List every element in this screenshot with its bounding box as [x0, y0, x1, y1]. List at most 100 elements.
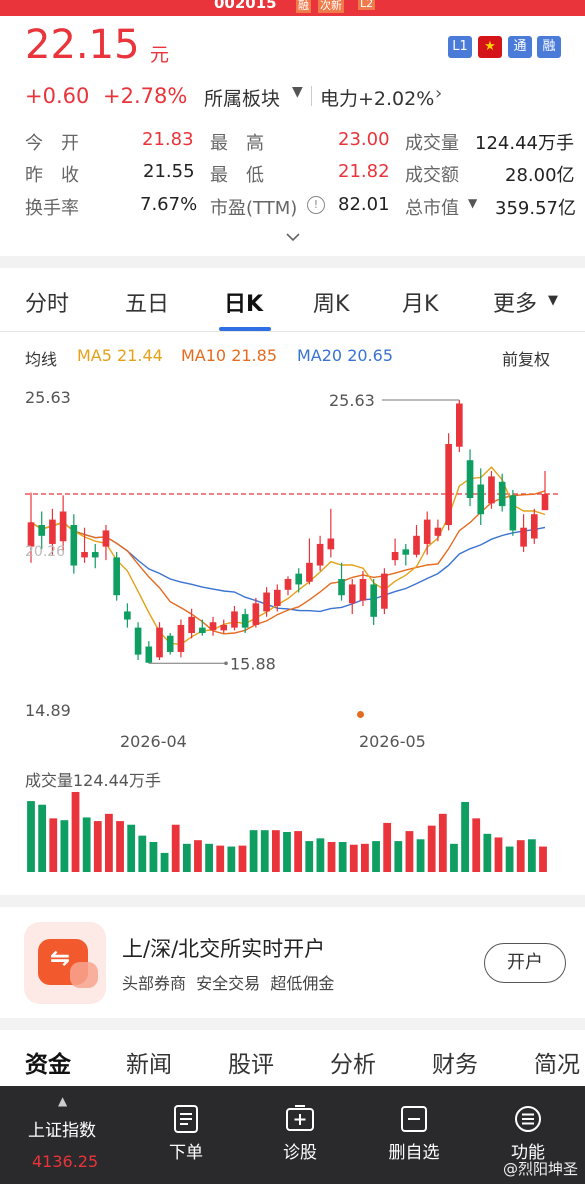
x-label-apr: 2026-04: [120, 732, 187, 751]
expand-chevron-icon[interactable]: [285, 228, 301, 244]
candle-body: [252, 603, 260, 625]
caret-up-icon: ▲: [58, 1094, 68, 1108]
candle-body: [241, 614, 249, 628]
banner-tag-l2: L2: [358, 0, 376, 10]
volume-bar: [361, 843, 369, 872]
volume-bar: [116, 821, 124, 872]
ad-title[interactable]: 上/深/北交所实时开户: [122, 933, 325, 963]
candle-body: [102, 530, 110, 547]
volume-chart[interactable]: [0, 786, 585, 872]
tab-profile[interactable]: 简况: [534, 1045, 580, 1079]
tab-funds[interactable]: 资金: [25, 1045, 71, 1079]
candle-body: [231, 611, 238, 628]
volume-bar: [327, 842, 336, 872]
tab-analysis[interactable]: 分析: [330, 1045, 376, 1079]
candle-body: [188, 616, 195, 634]
sector-value[interactable]: 电力+2.02%: [320, 84, 434, 111]
order-document-icon: [174, 1105, 198, 1133]
current-price: 22.15: [25, 22, 140, 68]
nav-functions[interactable]: 功能: [478, 1104, 578, 1163]
candle-body: [338, 579, 345, 596]
volume-bar: [138, 835, 147, 872]
banner-tag-margin: 融: [296, 0, 311, 13]
tab-intraday[interactable]: 分时: [25, 286, 69, 318]
bottom-nav: ▲ 上证指数 4136.25 下单 诊股 删自选 功能 @烈阳坤圣: [0, 1086, 585, 1184]
candle-body: [284, 579, 292, 590]
volume-bar: [450, 843, 458, 872]
volume-bar: [93, 821, 102, 872]
weibo-watermark: @烈阳坤圣: [503, 1160, 579, 1178]
volume-bar: [394, 841, 403, 872]
badge-l1[interactable]: L1: [448, 36, 472, 58]
menu-circle-icon: [515, 1106, 541, 1132]
price-change: +0.60: [25, 84, 90, 108]
caret-down-icon: ▼: [292, 84, 303, 100]
volume-bar: [82, 817, 91, 872]
candle-body: [509, 495, 517, 531]
nav-diagnose[interactable]: 诊股: [250, 1104, 350, 1163]
candle-body: [520, 527, 527, 547]
candle-body: [166, 635, 174, 652]
volume-bar: [539, 846, 547, 872]
candle-body: [434, 527, 442, 536]
price-change-pct: +2.78%: [103, 84, 188, 108]
section-gap: [0, 895, 585, 907]
nav-order[interactable]: 下单: [136, 1104, 236, 1163]
nav-remove-watchlist[interactable]: 删自选: [364, 1104, 464, 1163]
volume-bar: [338, 842, 347, 872]
candle-body: [445, 444, 452, 526]
market-cap-label[interactable]: 总市值: [405, 194, 459, 220]
info-icon[interactable]: !: [307, 196, 325, 214]
volume-bar: [372, 841, 380, 872]
tab-five-day[interactable]: 五日: [125, 286, 169, 318]
volume-bar: [405, 831, 414, 872]
badge-margin[interactable]: 融: [537, 36, 561, 58]
volume-bar: [182, 843, 191, 872]
tab-news[interactable]: 新闻: [126, 1045, 172, 1079]
volume-bar: [349, 844, 358, 872]
prev-close-value: 21.55: [143, 161, 195, 182]
max-marker-label: 25.63: [329, 391, 375, 410]
market-cap-value: 359.57亿: [495, 198, 576, 219]
candle-body: [49, 519, 56, 544]
tab-finance[interactable]: 财务: [432, 1045, 478, 1079]
volume-bar: [316, 838, 325, 872]
volume-bar: [305, 841, 314, 872]
adjust-mode[interactable]: 前复权: [502, 346, 550, 370]
top-banner: 002015 融 次新 L2: [0, 0, 585, 16]
prev-close-label: 昨 收: [25, 165, 79, 186]
min-marker-dot: [224, 661, 228, 666]
candle-body: [134, 627, 142, 655]
turnover-label: 成交额: [405, 165, 459, 186]
volume-bar: [516, 840, 525, 872]
badge-connect[interactable]: 通: [508, 36, 532, 58]
tab-reviews[interactable]: 股评: [228, 1045, 274, 1079]
high-label: 最 高: [210, 133, 264, 154]
ma-label[interactable]: 均线: [25, 346, 57, 370]
volume-bar: [294, 831, 303, 872]
account-app-icon[interactable]: ⇋: [24, 922, 106, 1004]
candle-body: [124, 611, 131, 620]
volume-bar: [249, 830, 258, 872]
tab-daily-k[interactable]: 日K: [224, 286, 263, 318]
y-mid-label: 20.26: [25, 544, 65, 560]
turnover-rate-label: 换手率: [25, 198, 79, 219]
open-account-button[interactable]: 开户: [484, 943, 566, 983]
candle-body: [391, 552, 399, 561]
volume-bar: [271, 830, 280, 872]
sector-label[interactable]: 所属板块: [204, 84, 280, 111]
candlestick-chart[interactable]: 25.63 15.88 20.26: [0, 380, 585, 720]
tab-monthly-k[interactable]: 月K: [402, 286, 438, 318]
volume-bar: [427, 825, 436, 872]
candle-body: [402, 549, 410, 555]
tab-more[interactable]: 更多: [493, 286, 537, 318]
candle-body: [456, 403, 463, 447]
open-label: 今 开: [25, 133, 79, 154]
index-name[interactable]: 上证指数: [28, 1116, 96, 1141]
tab-weekly-k[interactable]: 周K: [313, 286, 349, 318]
volume-bar: [149, 842, 158, 872]
candle-body: [263, 592, 270, 612]
volume-bar: [38, 804, 47, 872]
nav-order-label: 下单: [169, 1143, 203, 1163]
volume-bar: [49, 818, 58, 872]
